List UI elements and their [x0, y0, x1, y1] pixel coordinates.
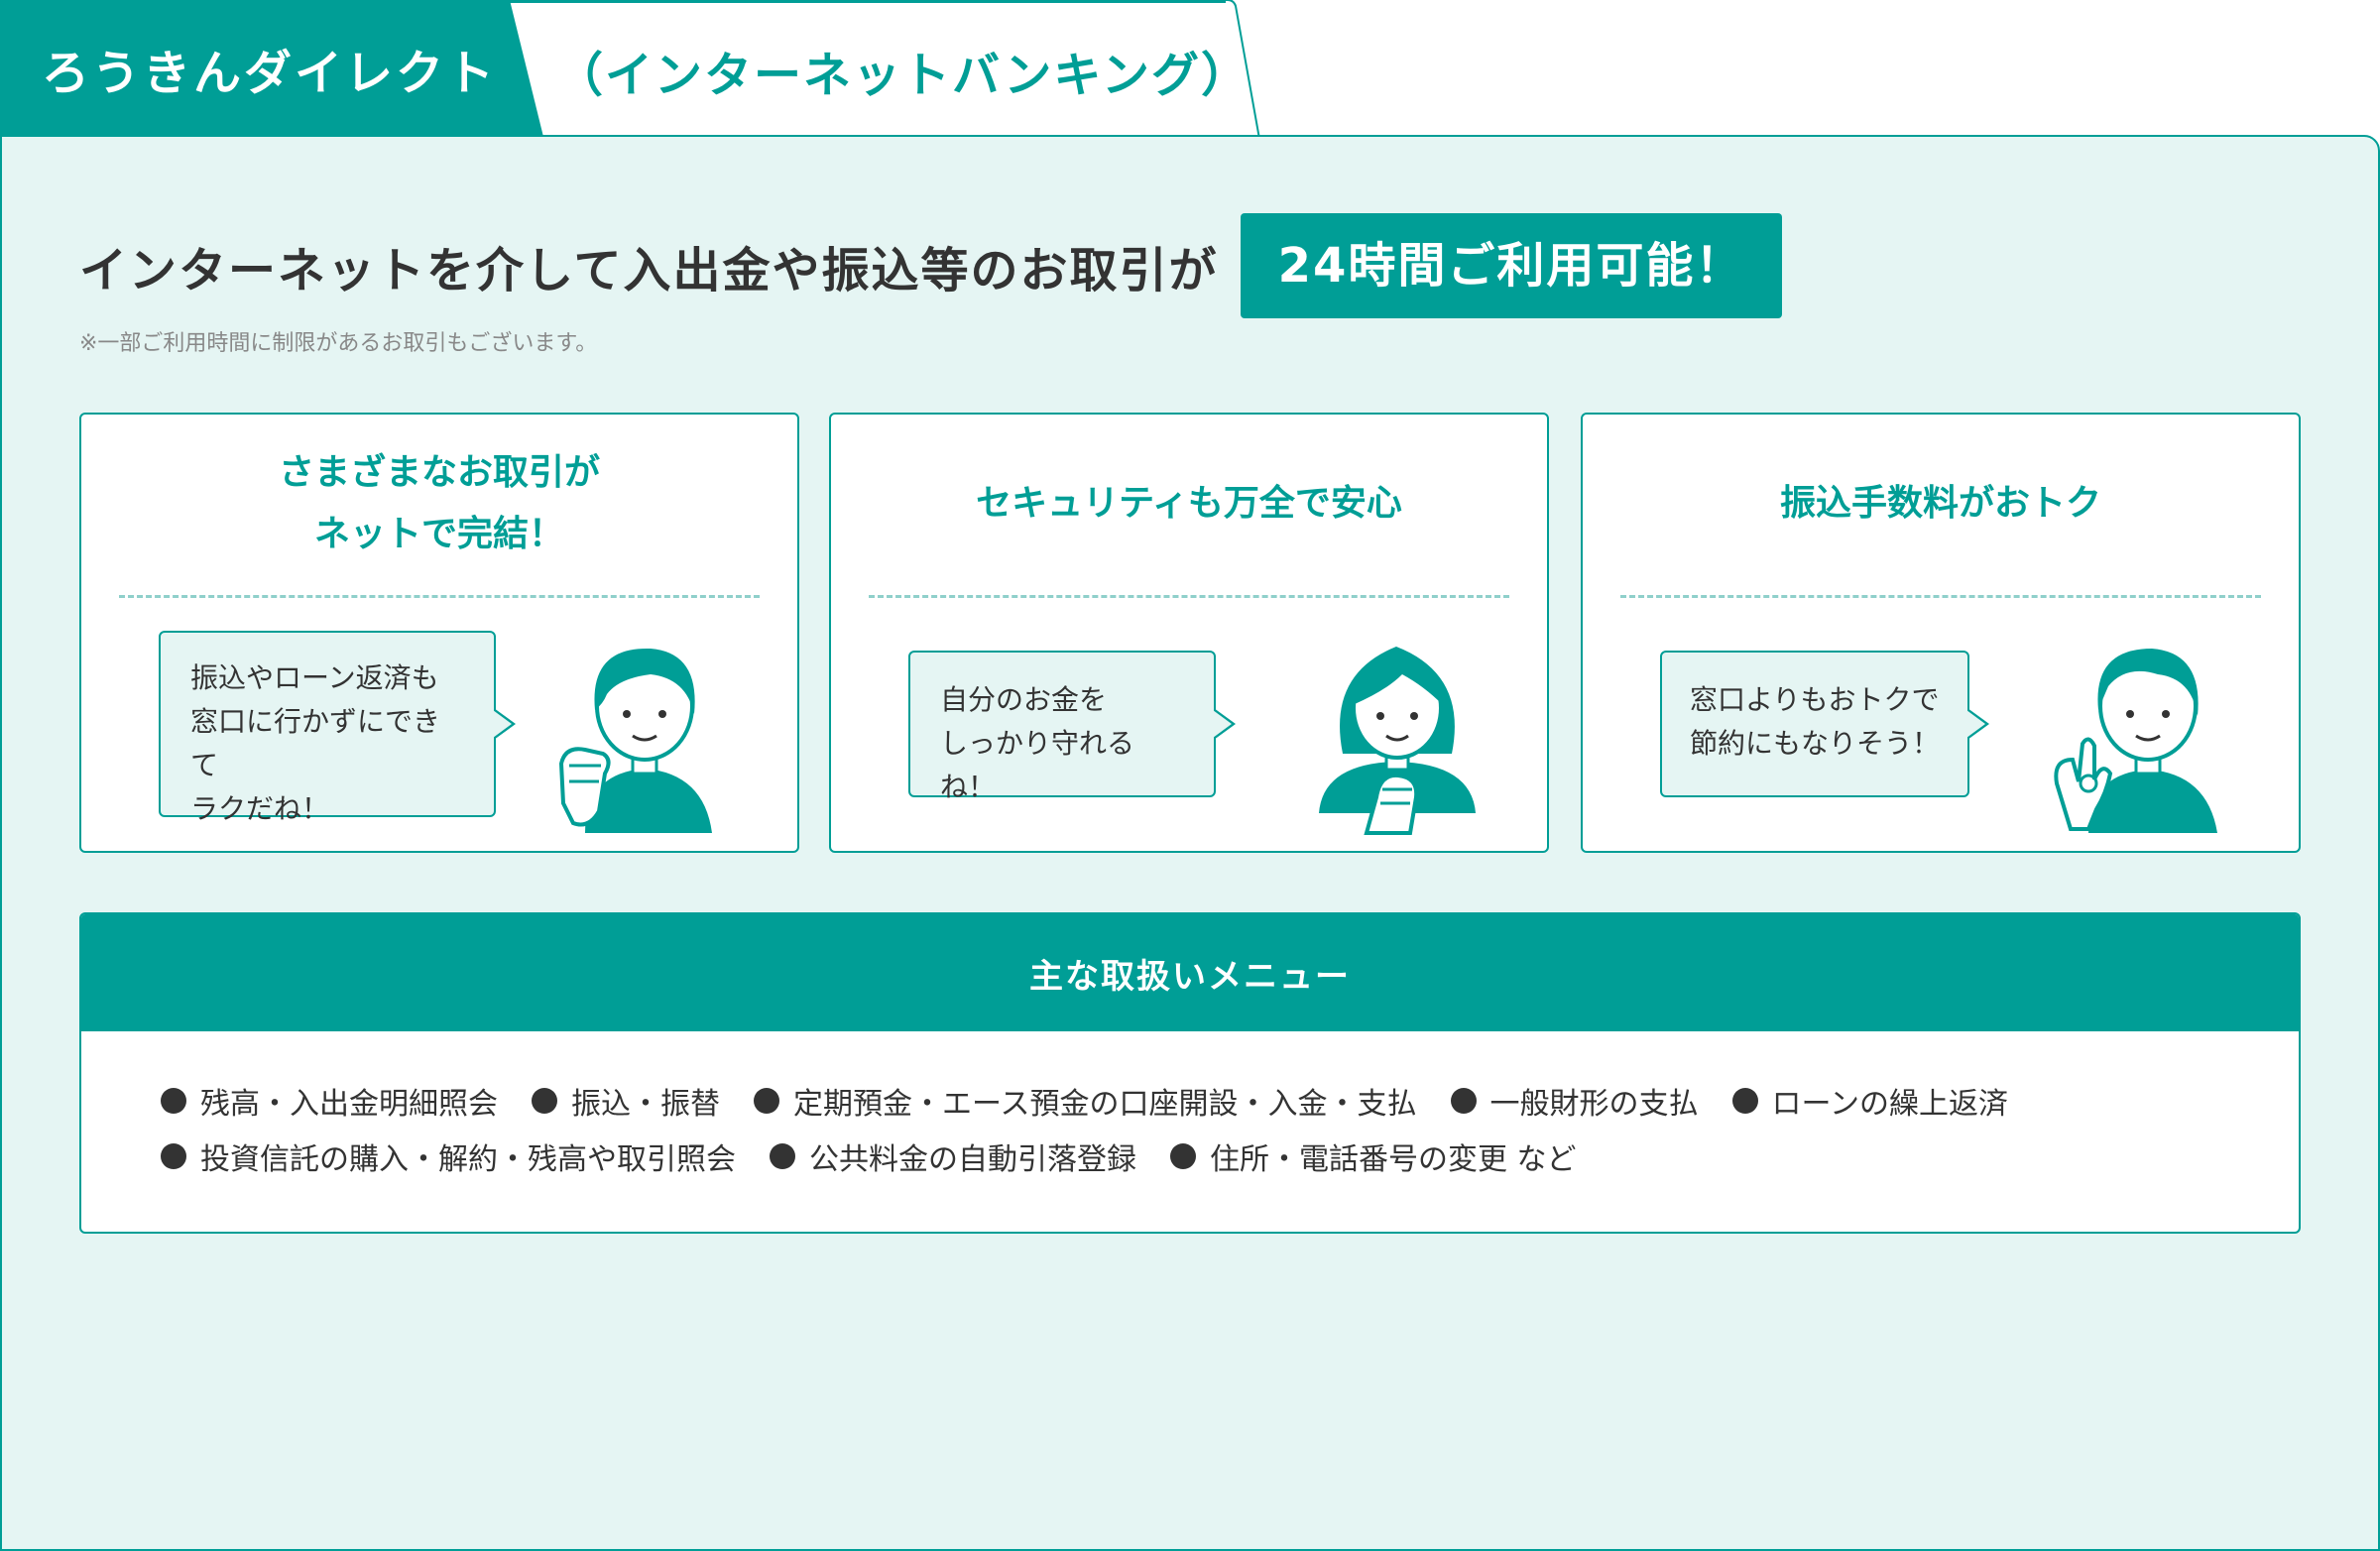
bullet-icon [1731, 1088, 1758, 1114]
feature-card-fees: 振込手数料がおトク 窓口よりもおトクで 節約にもなりそう！ [1581, 413, 2301, 853]
tab-rokin-direct[interactable]: ろうきんダイレクト [0, 0, 543, 137]
tab-bar: ろうきんダイレクト （インターネットバンキング） [0, 0, 1261, 139]
menu-item-label: 定期預金・エース預金の口座開設・入金・支払 [793, 1087, 1417, 1122]
menu-item-label: 振込・振替 [571, 1087, 720, 1122]
menu-item: 残高・入出金明細照会 [161, 1079, 498, 1123]
availability-badge: 24時間ご利用可能！ [1240, 213, 1783, 318]
bullet-icon [1170, 1143, 1196, 1169]
bullet-icon [161, 1088, 186, 1114]
menu-item: ローンの繰上返済 [1731, 1079, 2009, 1123]
tab-internet-banking[interactable]: （インターネットバンキング） [506, 0, 1261, 139]
menu-row: 投資信託の購入・解約・残高や取引照会 公共料金の自動引落登録 住所・電話番号の変… [161, 1129, 2259, 1184]
bullet-icon [754, 1088, 779, 1114]
bullet-icon [770, 1143, 795, 1169]
menu-item: 定期預金・エース預金の口座開設・入金・支払 [754, 1079, 1417, 1123]
menu-item: 投資信託の購入・解約・残高や取引照会 [161, 1134, 736, 1178]
headline: インターネットを介して入出金や振込等のお取引が 24時間ご利用可能！ [79, 213, 1783, 318]
menu-item-label: 公共料金の自動引落登録 [809, 1142, 1136, 1177]
bullet-icon [161, 1143, 186, 1169]
feature-card-title: さまざまなお取引が ネットで完結！ [278, 452, 600, 554]
feature-card-title: セキュリティも万全で安心 [976, 483, 1402, 524]
feature-card-transactions: さまざまなお取引が ネットで完結！ 振込やローン返済も 窓口に行かずにできて ラ… [79, 413, 799, 853]
menu-item: 振込・振替 [532, 1079, 720, 1123]
card-divider [1620, 595, 2261, 598]
bullet-icon [532, 1088, 557, 1114]
speech-bubble: 自分のお金を しっかり守れるね！ [908, 651, 1216, 803]
menu-item-label: 一般財形の支払 [1489, 1087, 1699, 1122]
menu-item: 一般財形の支払 [1450, 1079, 1699, 1123]
main-menu-box: 主な取扱いメニュー 残高・入出金明細照会 振込・振替 定期預金・エース預金の口座… [79, 912, 2301, 1234]
menu-item-label: 投資信託の購入・解約・残高や取引照会 [200, 1142, 736, 1177]
bullet-icon [1450, 1088, 1477, 1114]
tab-rokin-direct-label: ろうきんダイレクト [42, 46, 498, 101]
speech-bubble: 窓口よりもおトクで 節約にもなりそう！ [1660, 651, 1969, 797]
speech-bubble: 振込やローン返済も 窓口に行かずにできて ラクだね！ [159, 631, 496, 825]
menu-item-label: 残高・入出金明細照会 [200, 1087, 498, 1122]
menu-list: 残高・入出金明細照会 振込・振替 定期預金・エース預金の口座開設・入金・支払 一… [161, 1073, 2259, 1184]
card-divider [869, 595, 1509, 598]
menu-row: 残高・入出金明細照会 振込・振替 定期預金・エース預金の口座開設・入金・支払 一… [161, 1073, 2259, 1129]
man-ok-sign-icon [2054, 649, 2217, 833]
menu-item: 公共料金の自動引落登録 [770, 1134, 1136, 1178]
feature-card-security: セキュリティも万全で安心 自分のお金を しっかり守れるね！ [829, 413, 1549, 853]
woman-clasped-hands-icon [1319, 647, 1476, 835]
menu-item: 住所・電話番号の変更 など [1170, 1134, 1577, 1178]
headline-text: インターネットを介して入出金や振込等のお取引が [79, 243, 1219, 298]
menu-item-label: ローンの繰上返済 [1771, 1087, 2009, 1122]
main-menu-title: 主な取扱いメニュー [81, 914, 2299, 1031]
tab-internet-banking-label: （インターネットバンキング） [555, 48, 1250, 103]
man-fist-icon [558, 648, 712, 833]
headline-note: ※一部ご利用時間に制限があるお取引もございます。 [79, 331, 598, 356]
feature-card-title: 振込手数料がおトク [1779, 483, 2101, 524]
card-divider [119, 595, 760, 598]
menu-item-label: 住所・電話番号の変更 など [1210, 1142, 1577, 1177]
